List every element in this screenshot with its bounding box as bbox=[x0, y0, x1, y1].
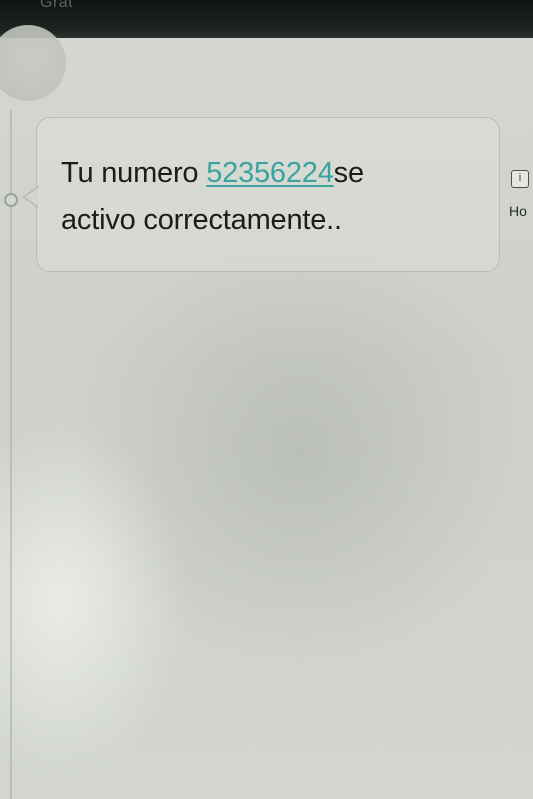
message-prefix: Tu numero bbox=[61, 157, 207, 189]
timeline-dot bbox=[4, 193, 18, 207]
phone-number-link[interactable]: 52356224 bbox=[206, 157, 334, 189]
top-bar: Grat bbox=[0, 0, 533, 38]
side-label: Ho bbox=[509, 203, 527, 219]
status-bar-text: Grat bbox=[40, 0, 74, 11]
message-suffix: se bbox=[333, 157, 364, 189]
screen: Grat Tu numero 52356224se activo correct… bbox=[0, 0, 533, 799]
message-line-2: activo correctamente.. bbox=[61, 204, 342, 236]
message-text: Tu numero 52356224se activo correctament… bbox=[61, 150, 491, 244]
timeline-line bbox=[10, 110, 12, 799]
info-icon[interactable]: i bbox=[511, 170, 529, 188]
bubble-tail-fill bbox=[25, 188, 38, 206]
